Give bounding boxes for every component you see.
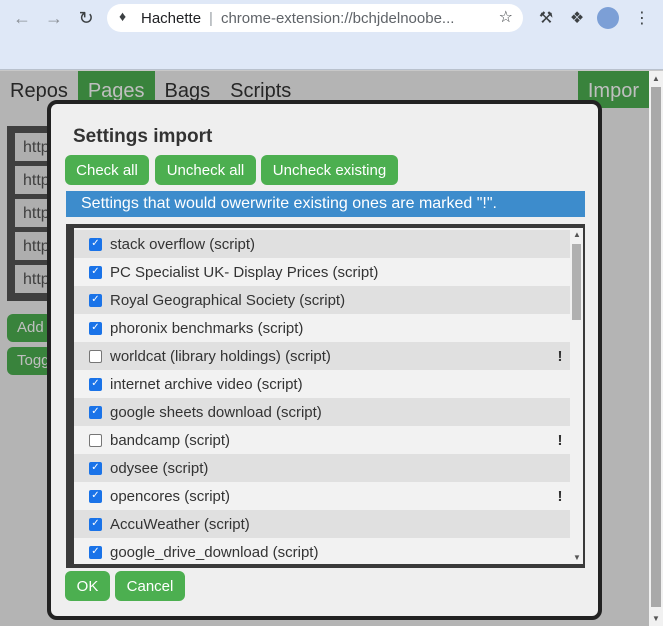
item-checkbox[interactable]: ✓ <box>89 321 102 335</box>
site-name: Hachette <box>141 9 202 27</box>
forward-icon[interactable]: → <box>42 6 66 30</box>
settings-list-item[interactable]: ✓ google sheets download (script) <box>74 398 570 426</box>
item-label: google_drive_download (script) <box>110 543 319 561</box>
check-all-button[interactable]: Check all <box>65 155 149 185</box>
dialog-title: Settings import <box>73 126 213 147</box>
window-scrollbar-thumb[interactable] <box>651 87 661 607</box>
settings-list-frame: ✓ stack overflow (script) ✓ PC Specialist U… <box>66 224 585 568</box>
extensions-icon[interactable]: ❖ <box>565 6 589 30</box>
window-scrollbar[interactable]: ▲ ▼ <box>649 71 663 626</box>
settings-list-item[interactable]: ✓ PC Specialist UK- Display Prices (scrip… <box>74 258 570 286</box>
item-label: phoronix benchmarks (script) <box>110 319 304 337</box>
scroll-up-icon[interactable]: ▲ <box>652 74 660 83</box>
item-label: AccuWeather (script) <box>110 515 250 533</box>
settings-list-item[interactable]: ✓ AccuWeather (script) <box>74 510 570 538</box>
bookmark-star-icon[interactable]: ☆ <box>499 7 513 27</box>
settings-list-item[interactable]: bandcamp (script)! <box>74 426 570 454</box>
item-checkbox[interactable]: ✓ <box>89 517 102 531</box>
item-label: google sheets download (script) <box>110 403 322 421</box>
item-label: opencores (script) <box>110 487 231 505</box>
settings-list-item[interactable]: ✓ opencores (script)! <box>74 482 570 510</box>
uncheck-all-button[interactable]: Uncheck all <box>155 155 256 185</box>
item-checkbox[interactable] <box>89 349 102 363</box>
item-label: worldcat (library holdings) (script) <box>110 347 331 365</box>
settings-import-dialog: Settings import Check all Uncheck all Un… <box>47 100 602 620</box>
item-checkbox[interactable]: ✓ <box>89 293 102 307</box>
url-text: chrome-extension://bchjdelnoobe... <box>220 9 455 27</box>
uncheck-existing-button[interactable]: Uncheck existing <box>261 155 398 185</box>
scroll-down-icon[interactable]: ▼ <box>652 614 660 623</box>
list-scroll-down-icon[interactable]: ▼ <box>573 553 581 562</box>
menu-kebab-icon[interactable]: ⋮ <box>630 6 654 30</box>
item-label: internet archive video (script) <box>110 375 303 393</box>
overwrite-mark: ! <box>557 431 563 449</box>
ok-button[interactable]: OK <box>65 571 110 601</box>
list-scrollbar[interactable]: ▲ ▼ <box>570 228 583 564</box>
overwrite-mark: ! <box>557 347 563 365</box>
extension-puzzle-icon: ♦ <box>119 8 127 24</box>
item-checkbox[interactable]: ✓ <box>89 405 102 419</box>
settings-list-item[interactable]: ✓ Royal Geographical Society (script) <box>74 286 570 314</box>
browser-toolbar: ← → ↻ ♦ Hachette | chrome-extension://bc… <box>0 0 663 70</box>
item-checkbox[interactable]: ✓ <box>89 489 102 503</box>
overwrite-notice: Settings that would owerwrite existing o… <box>66 191 585 217</box>
item-checkbox[interactable]: ✓ <box>89 545 102 559</box>
settings-list[interactable]: ✓ stack overflow (script) ✓ PC Specialist U… <box>74 228 579 564</box>
back-icon[interactable]: ← <box>10 6 34 30</box>
hammer-extension-icon[interactable]: ⚒ <box>534 6 558 30</box>
item-checkbox[interactable]: ✓ <box>89 237 102 251</box>
overwrite-mark: ! <box>557 487 563 505</box>
settings-list-item[interactable]: ✓ odysee (script) <box>74 454 570 482</box>
item-label: Royal Geographical Society (script) <box>110 291 346 309</box>
list-scrollbar-thumb[interactable] <box>572 244 581 320</box>
item-label: bandcamp (script) <box>110 431 231 449</box>
item-checkbox[interactable]: ✓ <box>89 377 102 391</box>
settings-list-item[interactable]: ✓ google_drive_download (script) <box>74 538 570 564</box>
item-label: odysee (script) <box>110 459 209 477</box>
item-checkbox[interactable]: ✓ <box>89 265 102 279</box>
settings-list-item[interactable]: worldcat (library holdings) (script)! <box>74 342 570 370</box>
cancel-button[interactable]: Cancel <box>115 571 185 601</box>
item-label: stack overflow (script) <box>110 235 256 253</box>
item-checkbox[interactable]: ✓ <box>89 461 102 475</box>
profile-avatar-icon[interactable] <box>596 6 620 30</box>
list-scroll-up-icon[interactable]: ▲ <box>573 230 581 239</box>
address-bar[interactable]: ♦ Hachette | chrome-extension://bchjdeln… <box>107 4 523 32</box>
item-checkbox[interactable] <box>89 433 102 447</box>
settings-list-item[interactable]: ✓ phoronix benchmarks (script) <box>74 314 570 342</box>
settings-list-item[interactable]: ✓ stack overflow (script) <box>74 230 570 258</box>
reload-icon[interactable]: ↻ <box>74 6 98 30</box>
settings-list-item[interactable]: ✓ internet archive video (script) <box>74 370 570 398</box>
item-label: PC Specialist UK- Display Prices (script… <box>110 263 379 281</box>
url-separator: | <box>209 9 213 27</box>
